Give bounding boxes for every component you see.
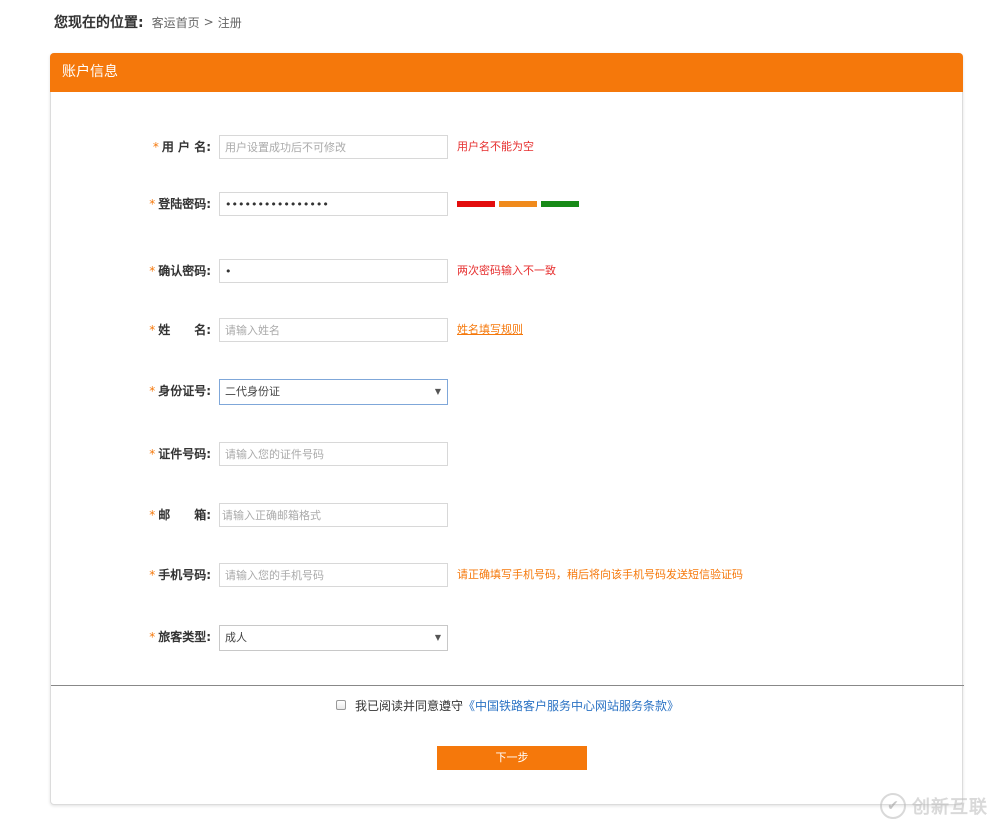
required-mark: * bbox=[149, 384, 156, 398]
watermark-text: 创新互联 bbox=[912, 797, 988, 818]
panel-title: 账户信息 bbox=[50, 53, 963, 92]
breadcrumb-current: 注册 bbox=[217, 15, 242, 30]
phone-label: 手机号码: bbox=[158, 568, 211, 582]
name-input[interactable] bbox=[219, 318, 448, 342]
id-number-label: 证件号码: bbox=[158, 447, 211, 461]
confirm-password-row: *确认密码: 两次密码输入不一致 bbox=[51, 259, 964, 283]
id-type-row: * 身份证号: 二代身份证 ▼ bbox=[51, 379, 964, 405]
required-mark: * bbox=[152, 140, 159, 154]
next-step-button[interactable]: 下一步 bbox=[437, 746, 587, 770]
watermark-logo-icon: ✔ bbox=[880, 793, 906, 819]
passenger-type-select[interactable]: 成人 ▼ bbox=[219, 625, 448, 651]
strength-medium-bar bbox=[499, 201, 537, 207]
chevron-down-icon: ▼ bbox=[434, 387, 441, 396]
required-mark: * bbox=[149, 508, 156, 522]
watermark: ✔ 创新互联 bbox=[880, 792, 988, 820]
confirm-password-error: 两次密码输入不一致 bbox=[457, 264, 556, 277]
divider bbox=[51, 685, 964, 686]
email-label: 邮 箱: bbox=[158, 508, 211, 522]
strength-strong-bar bbox=[541, 201, 579, 207]
passenger-type-row: * 旅客类型: 成人 ▼ bbox=[51, 625, 964, 651]
phone-row: *手机号码: 请正确填写手机号码，稍后将向该手机号码发送短信验证码 bbox=[51, 563, 964, 587]
required-mark: * bbox=[149, 197, 156, 211]
agreement-text: 我已阅读并同意遵守 bbox=[354, 698, 463, 713]
required-mark: * bbox=[149, 568, 156, 582]
required-mark: * bbox=[149, 264, 156, 278]
breadcrumb-label: 您现在的位置: bbox=[54, 15, 144, 31]
required-mark: * bbox=[149, 630, 156, 644]
id-type-selected: 二代身份证 bbox=[225, 385, 280, 398]
passenger-type-selected: 成人 bbox=[225, 631, 247, 644]
name-row: *姓 名: 姓名填写规则 bbox=[51, 318, 964, 342]
required-mark: * bbox=[149, 447, 156, 461]
id-type-label: 身份证号: bbox=[158, 384, 211, 398]
id-type-select[interactable]: 二代身份证 ▼ bbox=[219, 379, 448, 405]
required-mark: * bbox=[149, 323, 156, 337]
chevron-down-icon: ▼ bbox=[434, 633, 441, 642]
username-row: *用 户 名: 用户名不能为空 bbox=[51, 135, 964, 159]
id-number-row: * 证件号码: bbox=[51, 442, 964, 466]
name-rules-link[interactable]: 姓名填写规则 bbox=[457, 318, 523, 342]
agreement-row: 我已阅读并同意遵守 《中国铁路客户服务中心网站服务条款》 bbox=[51, 696, 964, 714]
strength-weak-bar bbox=[457, 201, 495, 207]
password-label: 登陆密码: bbox=[158, 197, 211, 211]
confirm-password-label: 确认密码: bbox=[158, 264, 211, 278]
name-label: 姓 名: bbox=[158, 323, 211, 337]
passenger-type-label: 旅客类型: bbox=[158, 630, 211, 644]
email-input[interactable] bbox=[219, 503, 448, 527]
username-input[interactable] bbox=[219, 135, 448, 159]
breadcrumb-home-link[interactable]: 客运首页 bbox=[152, 14, 200, 31]
password-input[interactable] bbox=[219, 192, 448, 216]
username-label: 用 户 名: bbox=[161, 140, 211, 154]
phone-input[interactable] bbox=[219, 563, 448, 587]
username-error: 用户名不能为空 bbox=[457, 140, 534, 153]
confirm-password-input[interactable] bbox=[219, 259, 448, 283]
id-number-input[interactable] bbox=[219, 442, 448, 466]
agreement-checkbox[interactable] bbox=[335, 700, 346, 710]
password-row: * 登陆密码: bbox=[51, 192, 964, 216]
email-row: * 邮 箱: bbox=[51, 503, 964, 527]
account-info-panel: 账户信息 *用 户 名: 用户名不能为空 *登陆密码: *确认密码: 两次密码输… bbox=[50, 53, 964, 805]
breadcrumb-separator: > bbox=[203, 15, 214, 29]
breadcrumb: 您现在的位置: 客运首页 > 注册 bbox=[54, 11, 242, 33]
terms-link[interactable]: 《中国铁路客户服务中心网站服务条款》 bbox=[463, 697, 679, 714]
phone-hint: 请正确填写手机号码，稍后将向该手机号码发送短信验证码 bbox=[457, 568, 743, 581]
